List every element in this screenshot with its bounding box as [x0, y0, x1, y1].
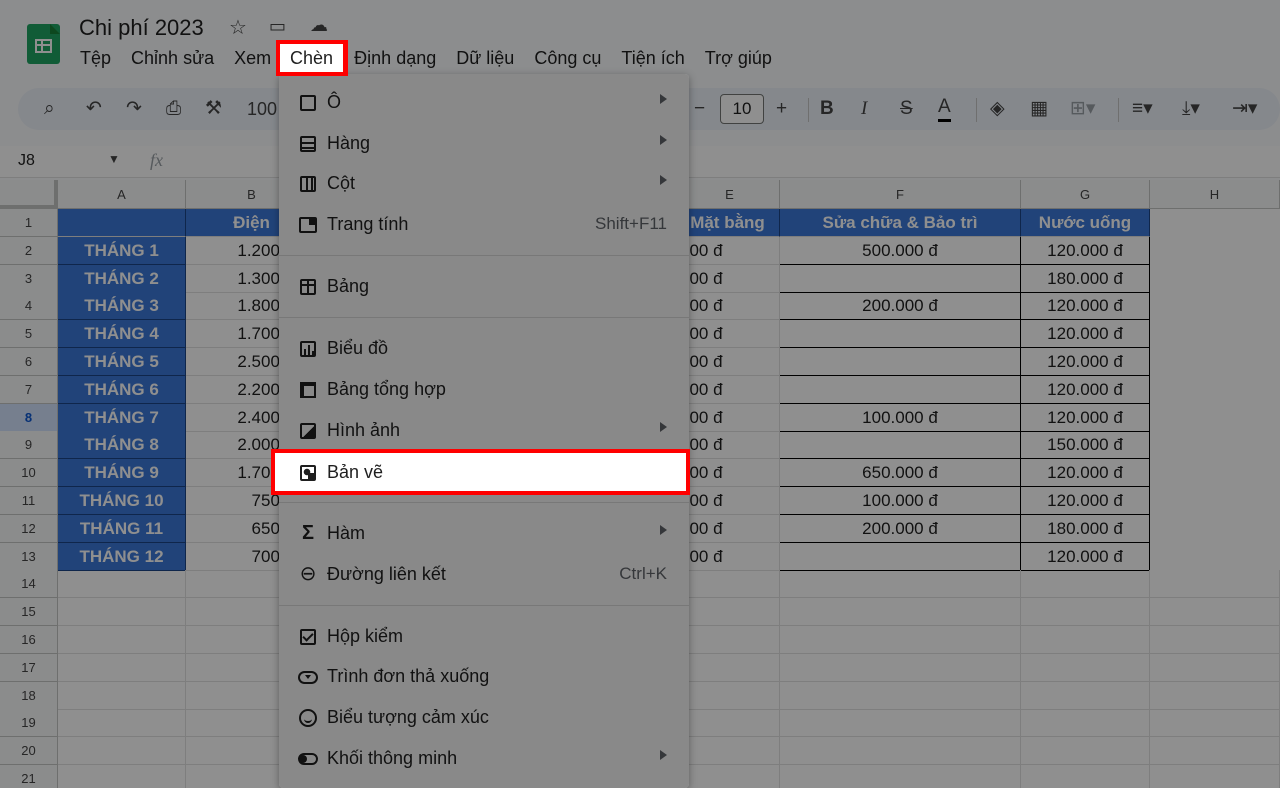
- insert-menu-item-label: Đường liên kết: [327, 564, 446, 584]
- insert-menu-item-image[interactable]: Hình ảnh: [279, 410, 689, 450]
- insert-menu-item-label: Trình đơn thả xuống: [327, 666, 490, 686]
- insert-menu-item-label: Cột: [327, 173, 356, 193]
- insert-menu-dropdown: Ô Hàng Cột Trang tính Shift+F11 Bảng Biểu đồ Bả…: [279, 74, 689, 788]
- submenu-arrow-icon: [660, 750, 667, 760]
- insert-menu-item-cell[interactable]: Ô: [279, 82, 689, 122]
- chart-icon: [297, 337, 319, 359]
- insert-menu-item-label: Hàm: [327, 523, 366, 543]
- image-icon: [297, 419, 319, 441]
- insert-menu-item-smart-chip[interactable]: Khối thông minh: [279, 738, 689, 778]
- menu-separator: [279, 255, 689, 256]
- insert-menu-item-dropdown[interactable]: Trình đơn thả xuống: [279, 656, 689, 696]
- insert-menu-item-checkbox[interactable]: Hộp kiểm: [279, 616, 689, 656]
- insert-menu-item-sigma[interactable]: Σ Hàm: [279, 513, 689, 553]
- menu-insert-label[interactable]: Chèn: [275, 40, 348, 76]
- insert-menu-item-emoji[interactable]: Biểu tượng cảm xúc: [279, 697, 689, 737]
- menu-separator: [279, 317, 689, 318]
- insert-menu-item-rows[interactable]: Hàng: [279, 123, 689, 163]
- menu-insert-highlight[interactable]: Chèn: [275, 40, 348, 76]
- insert-menu-item-table[interactable]: Bảng: [279, 266, 689, 306]
- columns-icon: [297, 172, 319, 194]
- shortcut-hint: Ctrl+K: [619, 564, 667, 583]
- rows-icon: [297, 132, 319, 154]
- sheet-icon: [297, 213, 319, 235]
- insert-menu-item-pivot-table[interactable]: Bảng tổng hợp: [279, 369, 689, 409]
- menu-separator: [279, 605, 689, 606]
- dropdown-icon: [297, 665, 319, 687]
- link-icon: ⊖: [299, 563, 317, 585]
- pivot-table-icon: [297, 378, 319, 400]
- smart-chip-icon: [297, 747, 319, 769]
- insert-menu-item-label: Ô: [327, 92, 342, 112]
- insert-menu-item-label: Bảng tổng hợp: [327, 379, 446, 399]
- insert-menu-item-label: Khối thông minh: [327, 748, 458, 768]
- insert-menu-item-label: Biểu đồ: [327, 338, 389, 358]
- insert-menu-item-sheet[interactable]: Trang tính Shift+F11: [279, 204, 689, 244]
- insert-menu-item-label: Hộp kiểm: [327, 626, 404, 646]
- emoji-icon: [297, 706, 319, 728]
- checkbox-icon: [297, 625, 319, 647]
- submenu-arrow-icon: [660, 175, 667, 185]
- shortcut-hint: Shift+F11: [595, 214, 667, 233]
- submenu-arrow-icon: [660, 94, 667, 104]
- cell-icon: [297, 91, 319, 113]
- insert-menu-item-drawing[interactable]: Bản vẽ: [271, 449, 690, 495]
- insert-menu-item-label: Bảng: [327, 276, 370, 296]
- submenu-arrow-icon: [660, 135, 667, 145]
- insert-menu-item-label: Trang tính: [327, 214, 409, 234]
- insert-menu-item-link[interactable]: ⊖ Đường liên kết Ctrl+K: [279, 554, 689, 594]
- insert-menu-item-chart[interactable]: Biểu đồ: [279, 328, 689, 368]
- insert-menu-item-label: Bản vẽ: [327, 462, 384, 482]
- sigma-icon: Σ: [301, 522, 314, 544]
- insert-menu-item-columns[interactable]: Cột: [279, 163, 689, 203]
- insert-menu-item-label: Hàng: [327, 133, 371, 153]
- insert-menu-item-label: Hình ảnh: [327, 420, 401, 440]
- drawing-icon: [297, 461, 319, 483]
- submenu-arrow-icon: [660, 525, 667, 535]
- menu-separator: [279, 502, 689, 503]
- table-icon: [297, 275, 319, 297]
- insert-menu-item-label: Biểu tượng cảm xúc: [327, 707, 489, 727]
- submenu-arrow-icon: [660, 422, 667, 432]
